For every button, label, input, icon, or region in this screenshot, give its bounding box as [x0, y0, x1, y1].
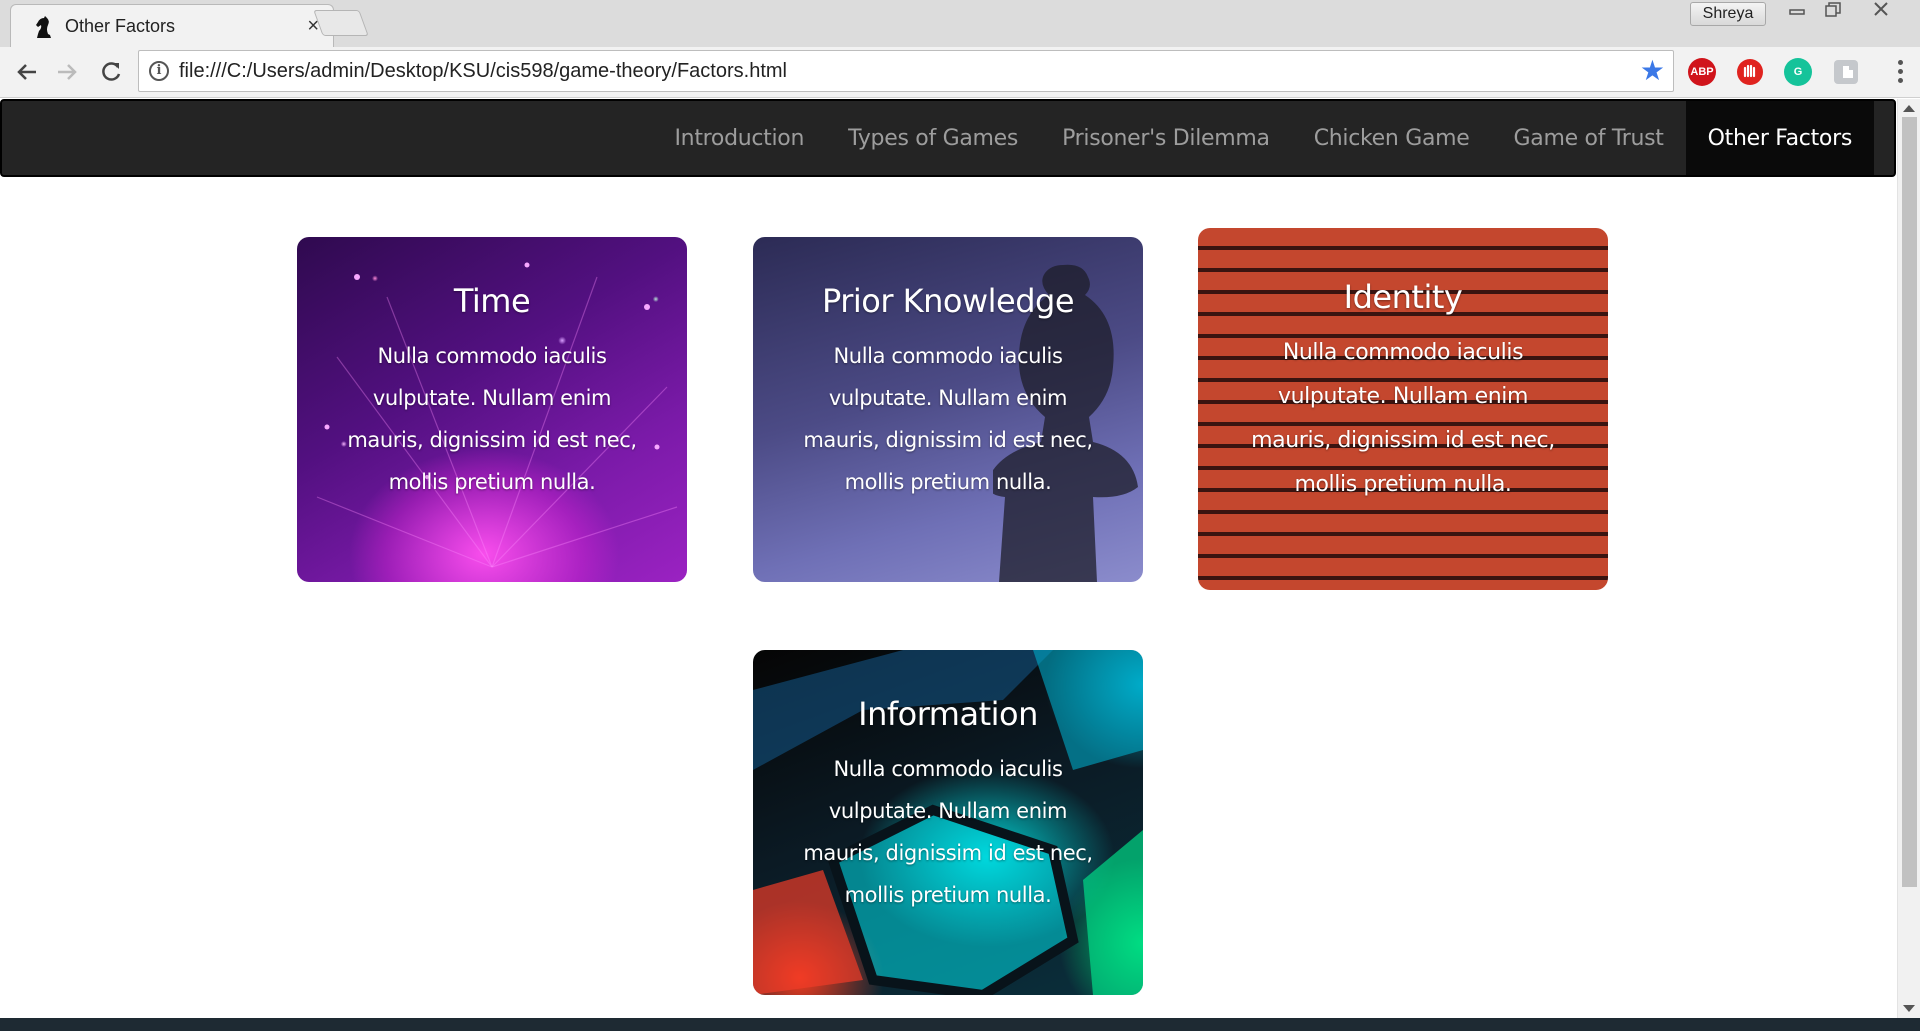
extension-icon[interactable] [1832, 58, 1860, 86]
card-information[interactable]: Information Nulla commodo iaculis vulput… [753, 650, 1143, 995]
adblock-plus-icon[interactable]: ABP [1688, 58, 1716, 86]
nav-item-chicken-game[interactable]: Chicken Game [1292, 101, 1492, 175]
card-text: Nulla commodo iaculis vulputate. Nullam … [803, 757, 1093, 907]
site-navbar: Introduction Types of Games Prisoner's D… [0, 99, 1896, 177]
card-title: Time [453, 282, 531, 320]
card-text: Nulla commodo iaculis vulputate. Nullam … [1251, 340, 1555, 497]
scrollbar[interactable] [1897, 99, 1920, 1018]
os-taskbar [0, 1018, 1920, 1031]
bookmark-star-icon[interactable]: ★ [1640, 56, 1665, 86]
new-tab-button[interactable] [313, 10, 369, 36]
card-text: Nulla commodo iaculis vulputate. Nullam … [347, 344, 637, 494]
nav-item-other-factors[interactable]: Other Factors [1685, 101, 1874, 175]
browser-tab[interactable]: Other Factors × [10, 4, 334, 47]
page-viewport: Introduction Types of Games Prisoner's D… [0, 99, 1920, 1018]
forward-icon[interactable] [52, 57, 82, 87]
nav-item-prisoners-dilemma[interactable]: Prisoner's Dilemma [1040, 101, 1292, 175]
card-identity[interactable]: Identity Nulla commodo iaculis vulputate… [1198, 228, 1608, 590]
profile-button[interactable]: Shreya [1690, 2, 1766, 26]
adblock-hand-icon[interactable] [1736, 58, 1764, 86]
nav-item-introduction[interactable]: Introduction [652, 101, 826, 175]
menu-icon[interactable] [1898, 57, 1904, 85]
info-icon[interactable]: i [149, 61, 169, 81]
card-title: Identity [1343, 278, 1463, 316]
chess-knight-icon [36, 16, 51, 38]
reload-icon[interactable] [96, 57, 126, 87]
card-title: Information [858, 695, 1038, 733]
url-text[interactable]: file:///C:/Users/admin/Desktop/KSU/cis59… [179, 60, 787, 83]
nav-item-game-of-trust[interactable]: Game of Trust [1492, 101, 1686, 175]
card-time[interactable]: Time Nulla commodo iaculis vulputate. Nu… [297, 237, 687, 582]
restore-icon[interactable] [1812, 0, 1854, 24]
scroll-down-icon[interactable] [1903, 1005, 1915, 1012]
close-window-icon[interactable] [1860, 0, 1902, 24]
tab-strip: Other Factors × Shreya [0, 0, 1920, 47]
grammarly-icon[interactable]: G [1784, 58, 1812, 86]
tab-title: Other Factors [65, 16, 176, 36]
nav-item-types-of-games[interactable]: Types of Games [826, 101, 1040, 175]
card-text: Nulla commodo iaculis vulputate. Nullam … [803, 344, 1093, 494]
browser-toolbar: i file:///C:/Users/admin/Desktop/KSU/cis… [0, 47, 1920, 98]
card-title: Prior Knowledge [821, 282, 1075, 320]
address-bar[interactable]: i file:///C:/Users/admin/Desktop/KSU/cis… [138, 50, 1674, 92]
scroll-thumb[interactable] [1902, 117, 1917, 887]
card-prior-knowledge[interactable]: Prior Knowledge Nulla commodo iaculis vu… [753, 237, 1143, 582]
back-icon[interactable] [12, 57, 42, 87]
scroll-up-icon[interactable] [1903, 105, 1915, 112]
